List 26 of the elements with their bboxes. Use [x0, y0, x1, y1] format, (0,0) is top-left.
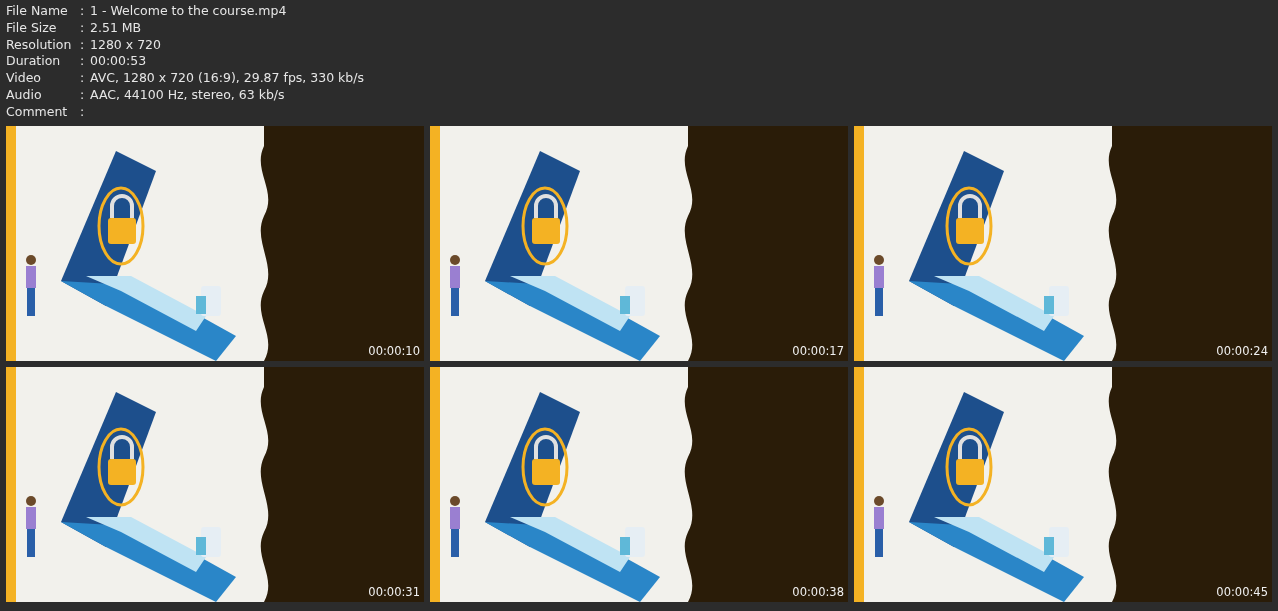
info-label: File Size	[6, 19, 58, 37]
timestamp: 00:00:31	[368, 585, 420, 599]
timestamp: 00:00:17	[792, 344, 844, 358]
info-separator: :	[80, 3, 86, 20]
info-label: Audio	[6, 87, 43, 104]
info-separator: :	[80, 36, 86, 54]
info-separator: :	[80, 19, 86, 37]
info-separator: :	[80, 53, 86, 71]
info-label: Video	[6, 70, 43, 87]
timestamp: 00:00:38	[792, 585, 844, 599]
timestamp: 00:00:24	[1216, 344, 1268, 358]
timestamp: 00:00:45	[1216, 585, 1268, 599]
info-separator: :	[80, 70, 86, 87]
timestamp: 00:00:10	[368, 344, 420, 358]
info-label: Duration	[6, 53, 62, 71]
info-value: AVC, 1280 x 720 (16:9), 29.87 fps, 330 kb/s	[90, 70, 365, 87]
info-separator: :	[80, 87, 86, 104]
info-value: AAC, 44100 Hz, stereo, 63 kb/s	[90, 87, 285, 104]
info-label: File Name	[6, 3, 69, 20]
info-value: 2.51 MB	[90, 19, 142, 37]
info-value: 1 - Welcome to the course.mp4	[90, 3, 287, 20]
info-value: 00:00:53	[90, 53, 147, 71]
info-label: Resolution	[6, 36, 73, 54]
info-separator: :	[80, 103, 86, 121]
info-value: 1280 x 720	[90, 36, 161, 54]
info-label: Comment	[6, 103, 69, 121]
